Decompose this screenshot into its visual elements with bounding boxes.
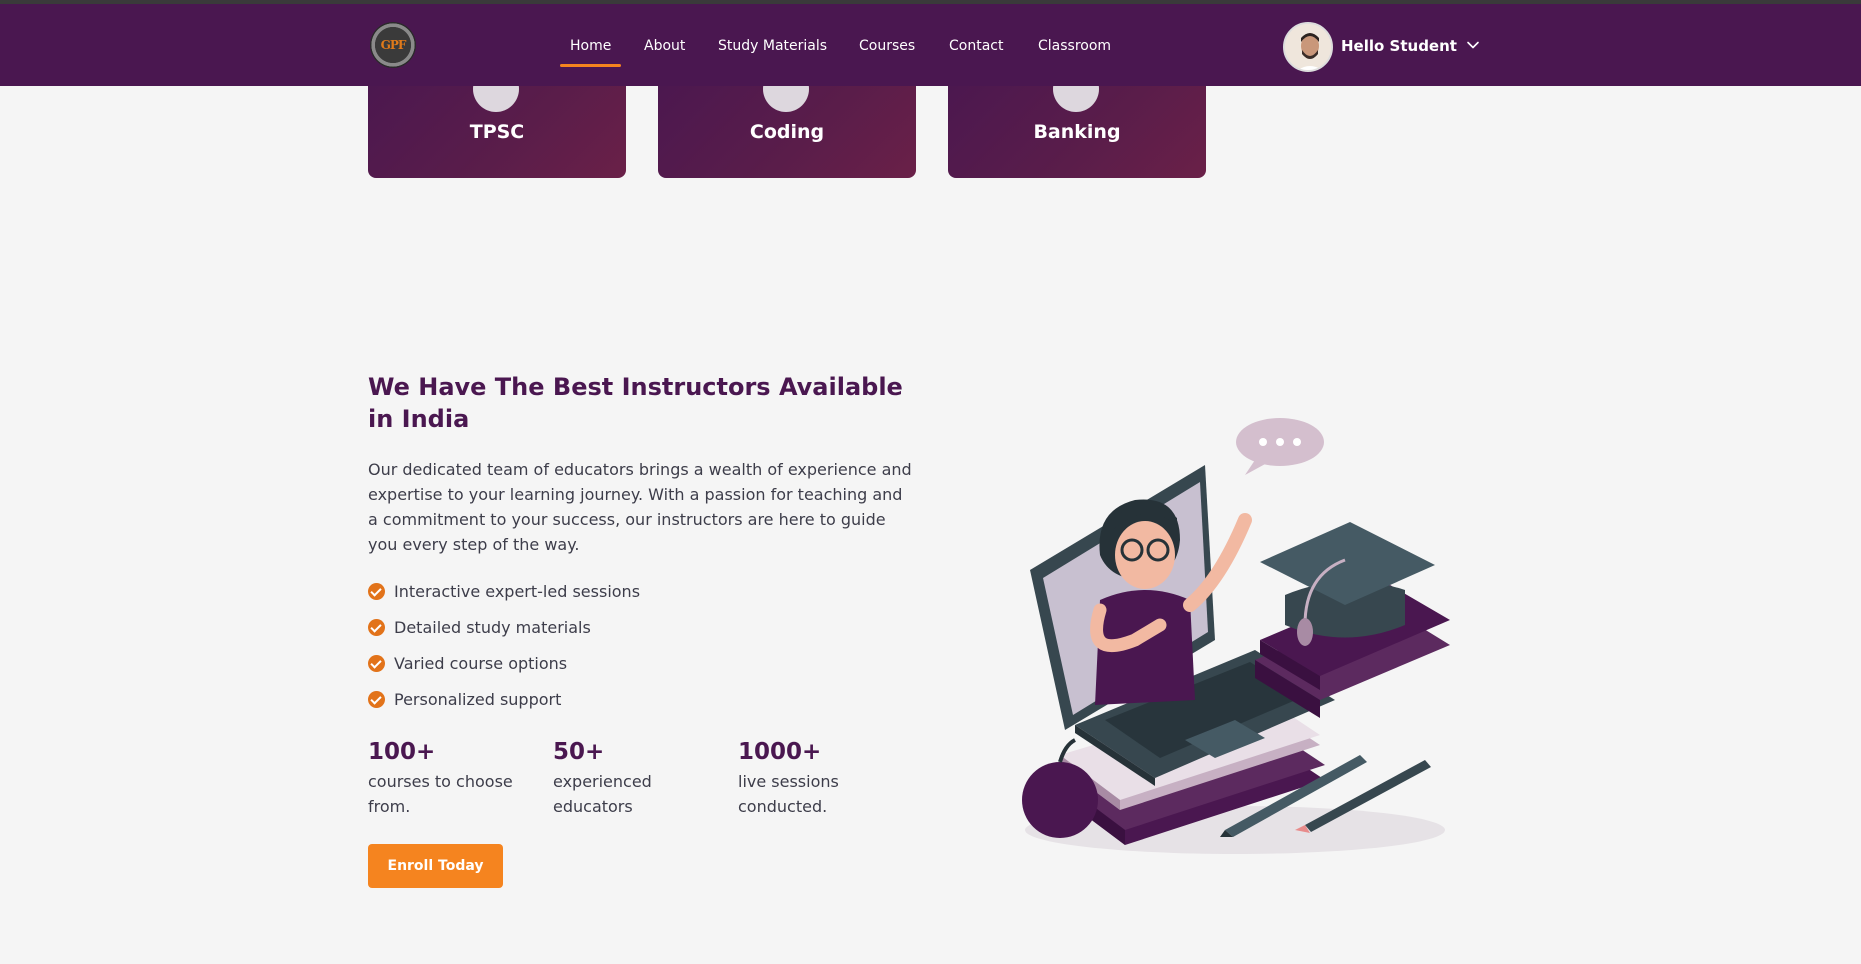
stat-sessions: 1000+ live sessions conducted. — [738, 738, 888, 819]
feature-item: Detailed study materials — [368, 618, 591, 637]
stat-label: live sessions conducted. — [738, 772, 839, 816]
nav-study-materials-link[interactable]: Study Materials — [718, 38, 827, 54]
enroll-today-button[interactable]: Enroll Today — [368, 844, 503, 888]
feature-item: Varied course options — [368, 654, 567, 673]
section-description: Our dedicated team of educators brings a… — [368, 460, 912, 554]
feature-item: Interactive expert-led sessions — [368, 582, 640, 601]
feature-text: Detailed study materials — [394, 618, 591, 637]
stat-courses: 100+ courses to choose from. — [368, 738, 528, 819]
check-circle-icon — [368, 619, 385, 636]
site-logo[interactable]: GPF — [370, 22, 416, 68]
section-heading: We Have The Best Instructors Available i… — [368, 373, 903, 433]
category-title: Banking — [1033, 121, 1121, 143]
feature-text: Personalized support — [394, 690, 562, 709]
nav-classroom-link[interactable]: Classroom — [1038, 38, 1111, 54]
chevron-down-icon[interactable] — [1466, 38, 1480, 52]
nav-contact-link[interactable]: Contact — [949, 38, 1003, 54]
stat-number: 1000+ — [738, 739, 822, 765]
avatar-person-icon — [1285, 24, 1331, 70]
category-title: Coding — [749, 121, 825, 143]
nav-home-link[interactable]: Home — [559, 38, 622, 67]
online-teacher-illustration — [1022, 418, 1450, 854]
check-circle-icon — [368, 691, 385, 708]
nav-courses-link[interactable]: Courses — [859, 38, 915, 54]
user-greeting[interactable]: Hello Student — [1341, 37, 1457, 55]
stat-label: courses to choose from. — [368, 772, 513, 816]
stat-number: 50+ — [553, 739, 605, 765]
feature-item: Personalized support — [368, 690, 561, 709]
feature-text: Interactive expert-led sessions — [394, 582, 641, 601]
stat-label: experienced educators — [553, 772, 652, 816]
check-circle-icon — [368, 655, 385, 672]
feature-text: Varied course options — [394, 654, 568, 673]
logo-text: GPF — [380, 38, 407, 52]
stat-number: 100+ — [368, 739, 436, 765]
stat-educators: 50+ experienced educators — [553, 738, 703, 819]
top-navbar: GPF Home About Study Materials Courses C… — [0, 4, 1861, 86]
category-title: TPSC — [469, 121, 525, 143]
nav-about-link[interactable]: About — [644, 38, 685, 54]
user-avatar[interactable] — [1283, 22, 1333, 72]
check-circle-icon — [368, 583, 385, 600]
